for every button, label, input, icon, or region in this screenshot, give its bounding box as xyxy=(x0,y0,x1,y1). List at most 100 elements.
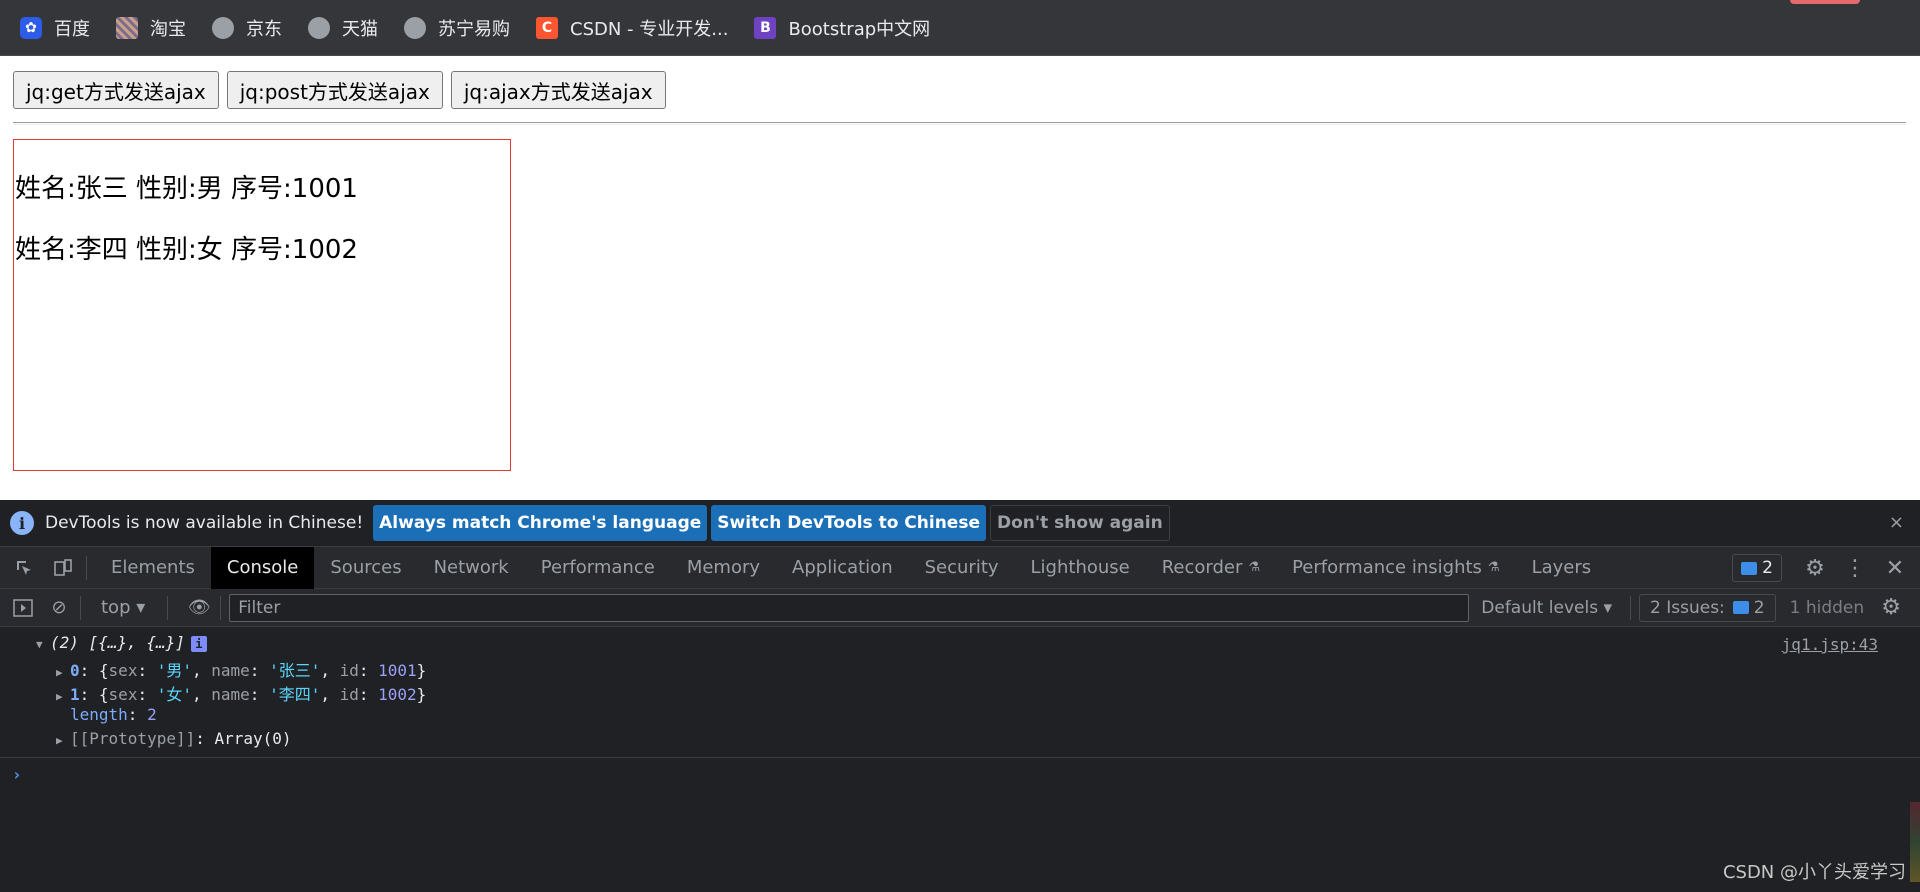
log-levels-dropdown[interactable]: Default levels ▾ xyxy=(1481,598,1612,618)
prototype-key: [[Prototype]] xyxy=(70,729,196,748)
bookmark-bootstrap[interactable]: B Bootstrap中文网 xyxy=(754,0,930,56)
issues-button[interactable]: 2 Issues: 2 xyxy=(1639,593,1776,622)
record-2: 姓名:李四 性别:女 序号:1002 xyxy=(15,235,358,265)
more-options-icon[interactable]: ⋮ xyxy=(1840,553,1870,583)
tab-sources[interactable]: Sources xyxy=(314,547,417,589)
row-name: '李四' xyxy=(269,685,321,704)
live-expression-eye-icon[interactable]: 👁 xyxy=(186,595,212,621)
csdn-icon: C xyxy=(536,16,558,39)
devtools-tabbar: Elements Console Sources Network Perform… xyxy=(0,546,1920,589)
console-array-summary[interactable]: ▼ (2) [{…}, {…}] i xyxy=(36,633,207,652)
bookmark-label: 京东 xyxy=(246,18,282,40)
expand-right-icon: ▶ xyxy=(56,690,63,703)
row-sex: '男' xyxy=(156,661,192,680)
edge-decoration xyxy=(1910,802,1920,882)
hidden-messages-count: 1 hidden xyxy=(1789,597,1865,618)
toolbar-divider xyxy=(167,595,169,620)
bookmark-label: Bootstrap中文网 xyxy=(788,18,931,40)
toolbar-divider xyxy=(220,595,222,620)
console-prototype-row[interactable]: ▶ [[Prototype]]: Array(0) xyxy=(56,729,292,748)
toolbar-divider xyxy=(86,555,87,580)
taobao-icon xyxy=(116,16,138,39)
messages-badge[interactable]: 2 xyxy=(1732,554,1782,582)
match-language-button[interactable]: Always match Chrome's language xyxy=(373,505,708,541)
console-divider xyxy=(0,757,1920,758)
bookmark-label: 百度 xyxy=(54,18,90,40)
result-box: 姓名:张三 性别:男 序号:1001 姓名:李四 性别:女 序号:1002 xyxy=(13,139,511,471)
row-id: 1002 xyxy=(378,685,417,704)
bookmark-label: 天猫 xyxy=(342,18,378,40)
globe-icon xyxy=(212,16,234,39)
device-toolbar-icon[interactable] xyxy=(48,553,78,583)
bookmark-csdn[interactable]: C CSDN - 专业开发... xyxy=(536,0,728,56)
bookmarks-bar: ✿ 百度 淘宝 京东 天猫 苏宁易购 C CSDN - 专业开发... B Bo… xyxy=(0,0,1920,56)
issue-icon xyxy=(1732,601,1749,614)
tab-lighthouse[interactable]: Lighthouse xyxy=(1015,547,1146,589)
console-output: ▼ (2) [{…}, {…}] i jq1.jsp:43 ▶ 0: {sex: '男… xyxy=(0,627,1920,892)
tab-elements[interactable]: Elements xyxy=(95,547,211,589)
infobar-message: DevTools is now available in Chinese! xyxy=(45,513,364,533)
bookmark-tmall[interactable]: 天猫 xyxy=(308,0,378,56)
watermark: CSDN @小丫头爱学习 xyxy=(1722,862,1906,883)
context-selector[interactable]: top ▾ xyxy=(101,597,145,618)
tab-recorder[interactable]: Recorder ⚗ xyxy=(1146,547,1276,589)
expand-down-icon: ▼ xyxy=(36,638,43,651)
bookmark-baidu[interactable]: ✿ 百度 xyxy=(20,0,90,56)
settings-gear-icon[interactable]: ⚙ xyxy=(1800,553,1830,583)
tab-console[interactable]: Console xyxy=(210,546,315,589)
context-value: top xyxy=(101,597,131,618)
button-row: jq:get方式发送ajax jq:post方式发送ajax jq:ajax方式… xyxy=(13,71,674,109)
source-link[interactable]: jq1.jsp:43 xyxy=(1782,635,1878,654)
inspect-element-icon[interactable] xyxy=(9,553,39,583)
close-devtools-icon[interactable]: ✕ xyxy=(1880,553,1910,583)
sidebar-toggle-icon[interactable] xyxy=(10,595,36,621)
tab-accent xyxy=(1790,0,1860,4)
tab-memory[interactable]: Memory xyxy=(671,547,776,589)
levels-label: Default levels xyxy=(1481,597,1599,618)
record-1: 姓名:张三 性别:男 序号:1001 xyxy=(15,174,358,204)
tab-label: Recorder xyxy=(1161,557,1243,578)
experiment-icon: ⚗ xyxy=(1248,560,1261,575)
globe-icon xyxy=(308,16,330,39)
close-icon[interactable]: × xyxy=(1889,512,1904,533)
tab-network[interactable]: Network xyxy=(418,547,525,589)
toolbar-divider xyxy=(1630,595,1632,620)
tab-label: Performance insights xyxy=(1292,557,1482,578)
switch-chinese-button[interactable]: Switch DevTools to Chinese xyxy=(711,505,986,541)
bookmark-label: 苏宁易购 xyxy=(438,18,510,40)
tab-application[interactable]: Application xyxy=(776,547,909,589)
console-settings-gear-icon[interactable]: ⚙ xyxy=(1876,593,1906,623)
console-row-0[interactable]: ▶ 0: {sex: '男', name: '张三', id: 1001} xyxy=(56,657,426,681)
tab-layers[interactable]: Layers xyxy=(1516,547,1608,589)
toolbar-divider xyxy=(80,595,81,620)
dont-show-again-button[interactable]: Don't show again xyxy=(989,505,1170,541)
tab-performance-insights[interactable]: Performance insights ⚗ xyxy=(1276,547,1516,589)
devtools-panel: i DevTools is now available in Chinese! … xyxy=(0,500,1920,892)
message-icon xyxy=(1741,561,1758,575)
console-prompt[interactable]: › xyxy=(12,765,22,784)
console-filter-input[interactable] xyxy=(229,593,1470,622)
bookmark-jd[interactable]: 京东 xyxy=(212,0,282,56)
row-name: '张三' xyxy=(269,661,321,680)
console-length-row: length: 2 xyxy=(70,705,157,724)
console-row-1[interactable]: ▶ 1: {sex: '女', name: '李四', id: 1002} xyxy=(56,681,426,705)
horizontal-rule xyxy=(13,122,1906,125)
bookmark-suning[interactable]: 苏宁易购 xyxy=(404,0,510,56)
ajax-ajax-button[interactable]: jq:ajax方式发送ajax xyxy=(450,71,666,109)
bookmark-label: CSDN - 专业开发... xyxy=(570,18,729,40)
bookmark-label: 淘宝 xyxy=(150,18,186,40)
expand-right-icon: ▶ xyxy=(56,666,63,679)
bookmark-taobao[interactable]: 淘宝 xyxy=(116,0,186,56)
tab-performance[interactable]: Performance xyxy=(525,547,671,589)
clear-console-icon[interactable]: ⊘ xyxy=(46,595,72,621)
message-count: 2 xyxy=(1762,558,1773,578)
info-icon: i xyxy=(10,511,34,535)
prototype-value: Array(0) xyxy=(214,729,292,748)
post-ajax-button[interactable]: jq:post方式发送ajax xyxy=(226,71,443,109)
row-index: 1 xyxy=(70,685,80,704)
console-filterbar: ⊘ top ▾ 👁 Default levels ▾ 2 Issues: 2 1… xyxy=(0,589,1920,627)
get-ajax-button[interactable]: jq:get方式发送ajax xyxy=(13,71,219,109)
bootstrap-icon: B xyxy=(754,16,777,39)
tab-security[interactable]: Security xyxy=(909,547,1015,589)
row-index: 0 xyxy=(70,661,80,680)
